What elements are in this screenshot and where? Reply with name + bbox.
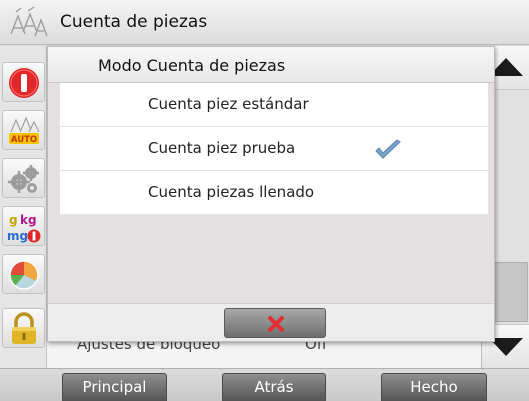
- svg-text:kg: kg: [20, 213, 37, 227]
- option-fill[interactable]: Cuenta piezas llenado: [60, 171, 488, 215]
- atras-button[interactable]: Atrás: [222, 373, 326, 401]
- power-icon: [9, 68, 39, 98]
- option-label: Cuenta piez estándar: [148, 95, 309, 113]
- dialog-footer: [48, 303, 494, 341]
- option-label: Cuenta piez prueba: [148, 139, 296, 157]
- gears-icon: [8, 165, 39, 193]
- sidebar-item-power[interactable]: [2, 62, 45, 102]
- parts-count-icon: [10, 6, 48, 37]
- sidebar-item-auto[interactable]: AUTO: [2, 110, 45, 150]
- sidebar: AUTO g kg mg: [0, 46, 47, 368]
- checkmark-icon: [375, 139, 401, 159]
- mode-option-list: Cuenta piez estándar Cuenta piez prueba …: [60, 83, 488, 215]
- dialog-title: Modo Cuenta de piezas: [98, 56, 286, 75]
- hecho-button[interactable]: Hecho: [381, 373, 487, 401]
- option-standard[interactable]: Cuenta piez estándar: [60, 83, 488, 127]
- svg-text:AUTO: AUTO: [11, 135, 37, 145]
- dialog-header: Modo Cuenta de piezas: [48, 47, 494, 83]
- units-icon: g kg mg: [7, 213, 41, 243]
- parts-count-mode-dialog: Modo Cuenta de piezas Cuenta piez estánd…: [47, 46, 495, 342]
- cancel-button[interactable]: [224, 308, 326, 338]
- option-test[interactable]: Cuenta piez prueba: [60, 127, 488, 171]
- close-x-icon: [268, 316, 284, 332]
- page-title: Cuenta de piezas: [60, 12, 208, 32]
- auto-icon: AUTO: [9, 116, 40, 145]
- sidebar-item-settings[interactable]: [2, 158, 45, 198]
- title-bar: Cuenta de piezas: [0, 0, 529, 45]
- sidebar-item-lock[interactable]: [2, 308, 45, 348]
- sidebar-item-units[interactable]: g kg mg: [2, 206, 45, 246]
- sidebar-item-statistics[interactable]: [2, 254, 45, 294]
- bottom-nav-bar: Principal Atrás Hecho: [0, 368, 529, 401]
- svg-text:mg: mg: [7, 229, 28, 243]
- lock-icon: [12, 312, 36, 344]
- pie-chart-icon: [9, 260, 39, 290]
- svg-text:g: g: [9, 213, 18, 227]
- principal-button[interactable]: Principal: [62, 373, 167, 401]
- option-label: Cuenta piezas llenado: [148, 183, 315, 201]
